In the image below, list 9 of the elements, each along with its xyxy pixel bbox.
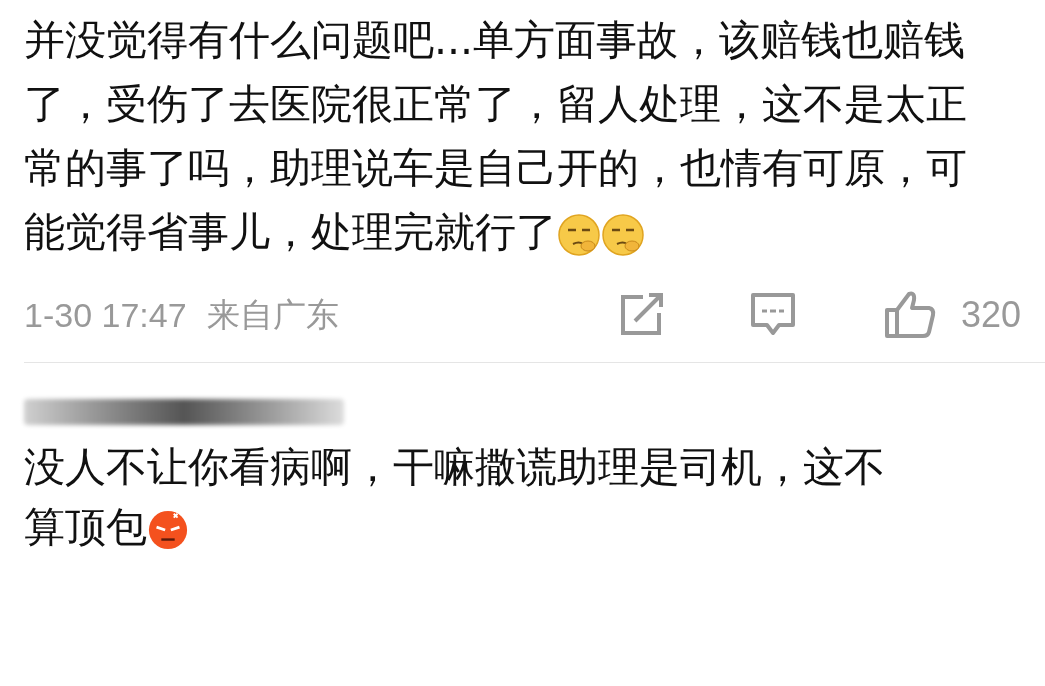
location-text: 来自广东 bbox=[206, 294, 339, 337]
like-count: 320 bbox=[960, 293, 1021, 337]
emoji-icon bbox=[601, 213, 645, 257]
timestamp: 1-30 17:47 bbox=[24, 294, 187, 336]
like-icon[interactable] bbox=[882, 290, 937, 340]
emoji-icon bbox=[557, 213, 601, 257]
comment-text: 并没觉得有什么问题吧...单方面事故，该赔钱也赔钱了，受伤了去医院很正常了，留人处理，这不是太正常的事了吗，助理说车是自己开的，也情有可原，可能觉得省事儿，处理完就行了 bbox=[24, 15, 968, 259]
reply-text: 没人不让你看病啊，干嘛撒谎助理是司机，这不算顶包 bbox=[24, 442, 886, 553]
emoji-icon bbox=[147, 509, 189, 551]
